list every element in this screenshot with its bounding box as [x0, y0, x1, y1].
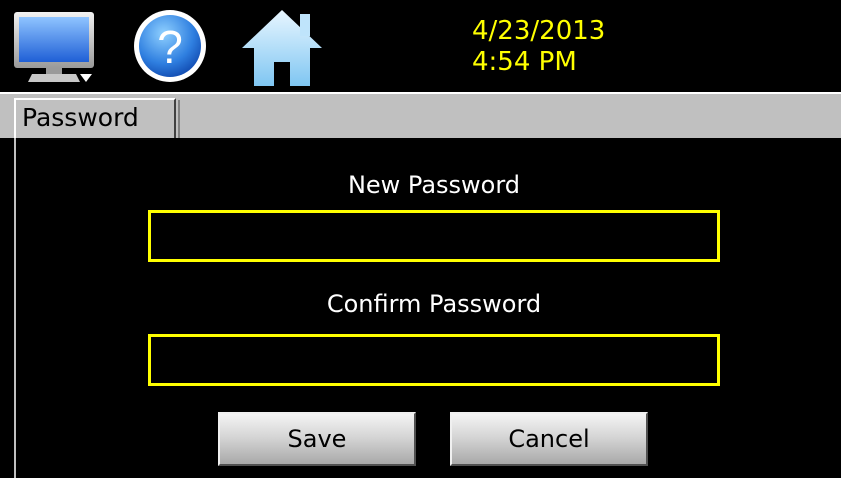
help-button[interactable]: ? — [128, 0, 212, 92]
home-button[interactable] — [240, 0, 324, 92]
new-password-label: New Password — [347, 171, 521, 199]
confirm-password-field[interactable] — [148, 334, 720, 386]
monitor-icon — [14, 12, 94, 82]
time-text: 4:54 PM — [472, 47, 577, 77]
date-text: 4/23/2013 — [472, 16, 606, 46]
top-bar: ? 4/23/2013 4:54 PM — [0, 0, 841, 92]
tab-password[interactable]: Password — [14, 98, 180, 140]
cancel-button[interactable]: Cancel — [450, 412, 648, 466]
date-time-display: 4/23/2013 4:54 PM — [472, 16, 605, 78]
home-icon — [242, 10, 322, 86]
confirm-password-label: Confirm Password — [326, 290, 542, 318]
tab-bar: Password — [0, 92, 841, 140]
new-password-field[interactable] — [148, 210, 720, 262]
help-icon: ? — [134, 10, 206, 82]
svg-text:?: ? — [157, 21, 183, 73]
save-button[interactable]: Save — [218, 412, 416, 466]
monitor-button[interactable] — [10, 0, 102, 92]
